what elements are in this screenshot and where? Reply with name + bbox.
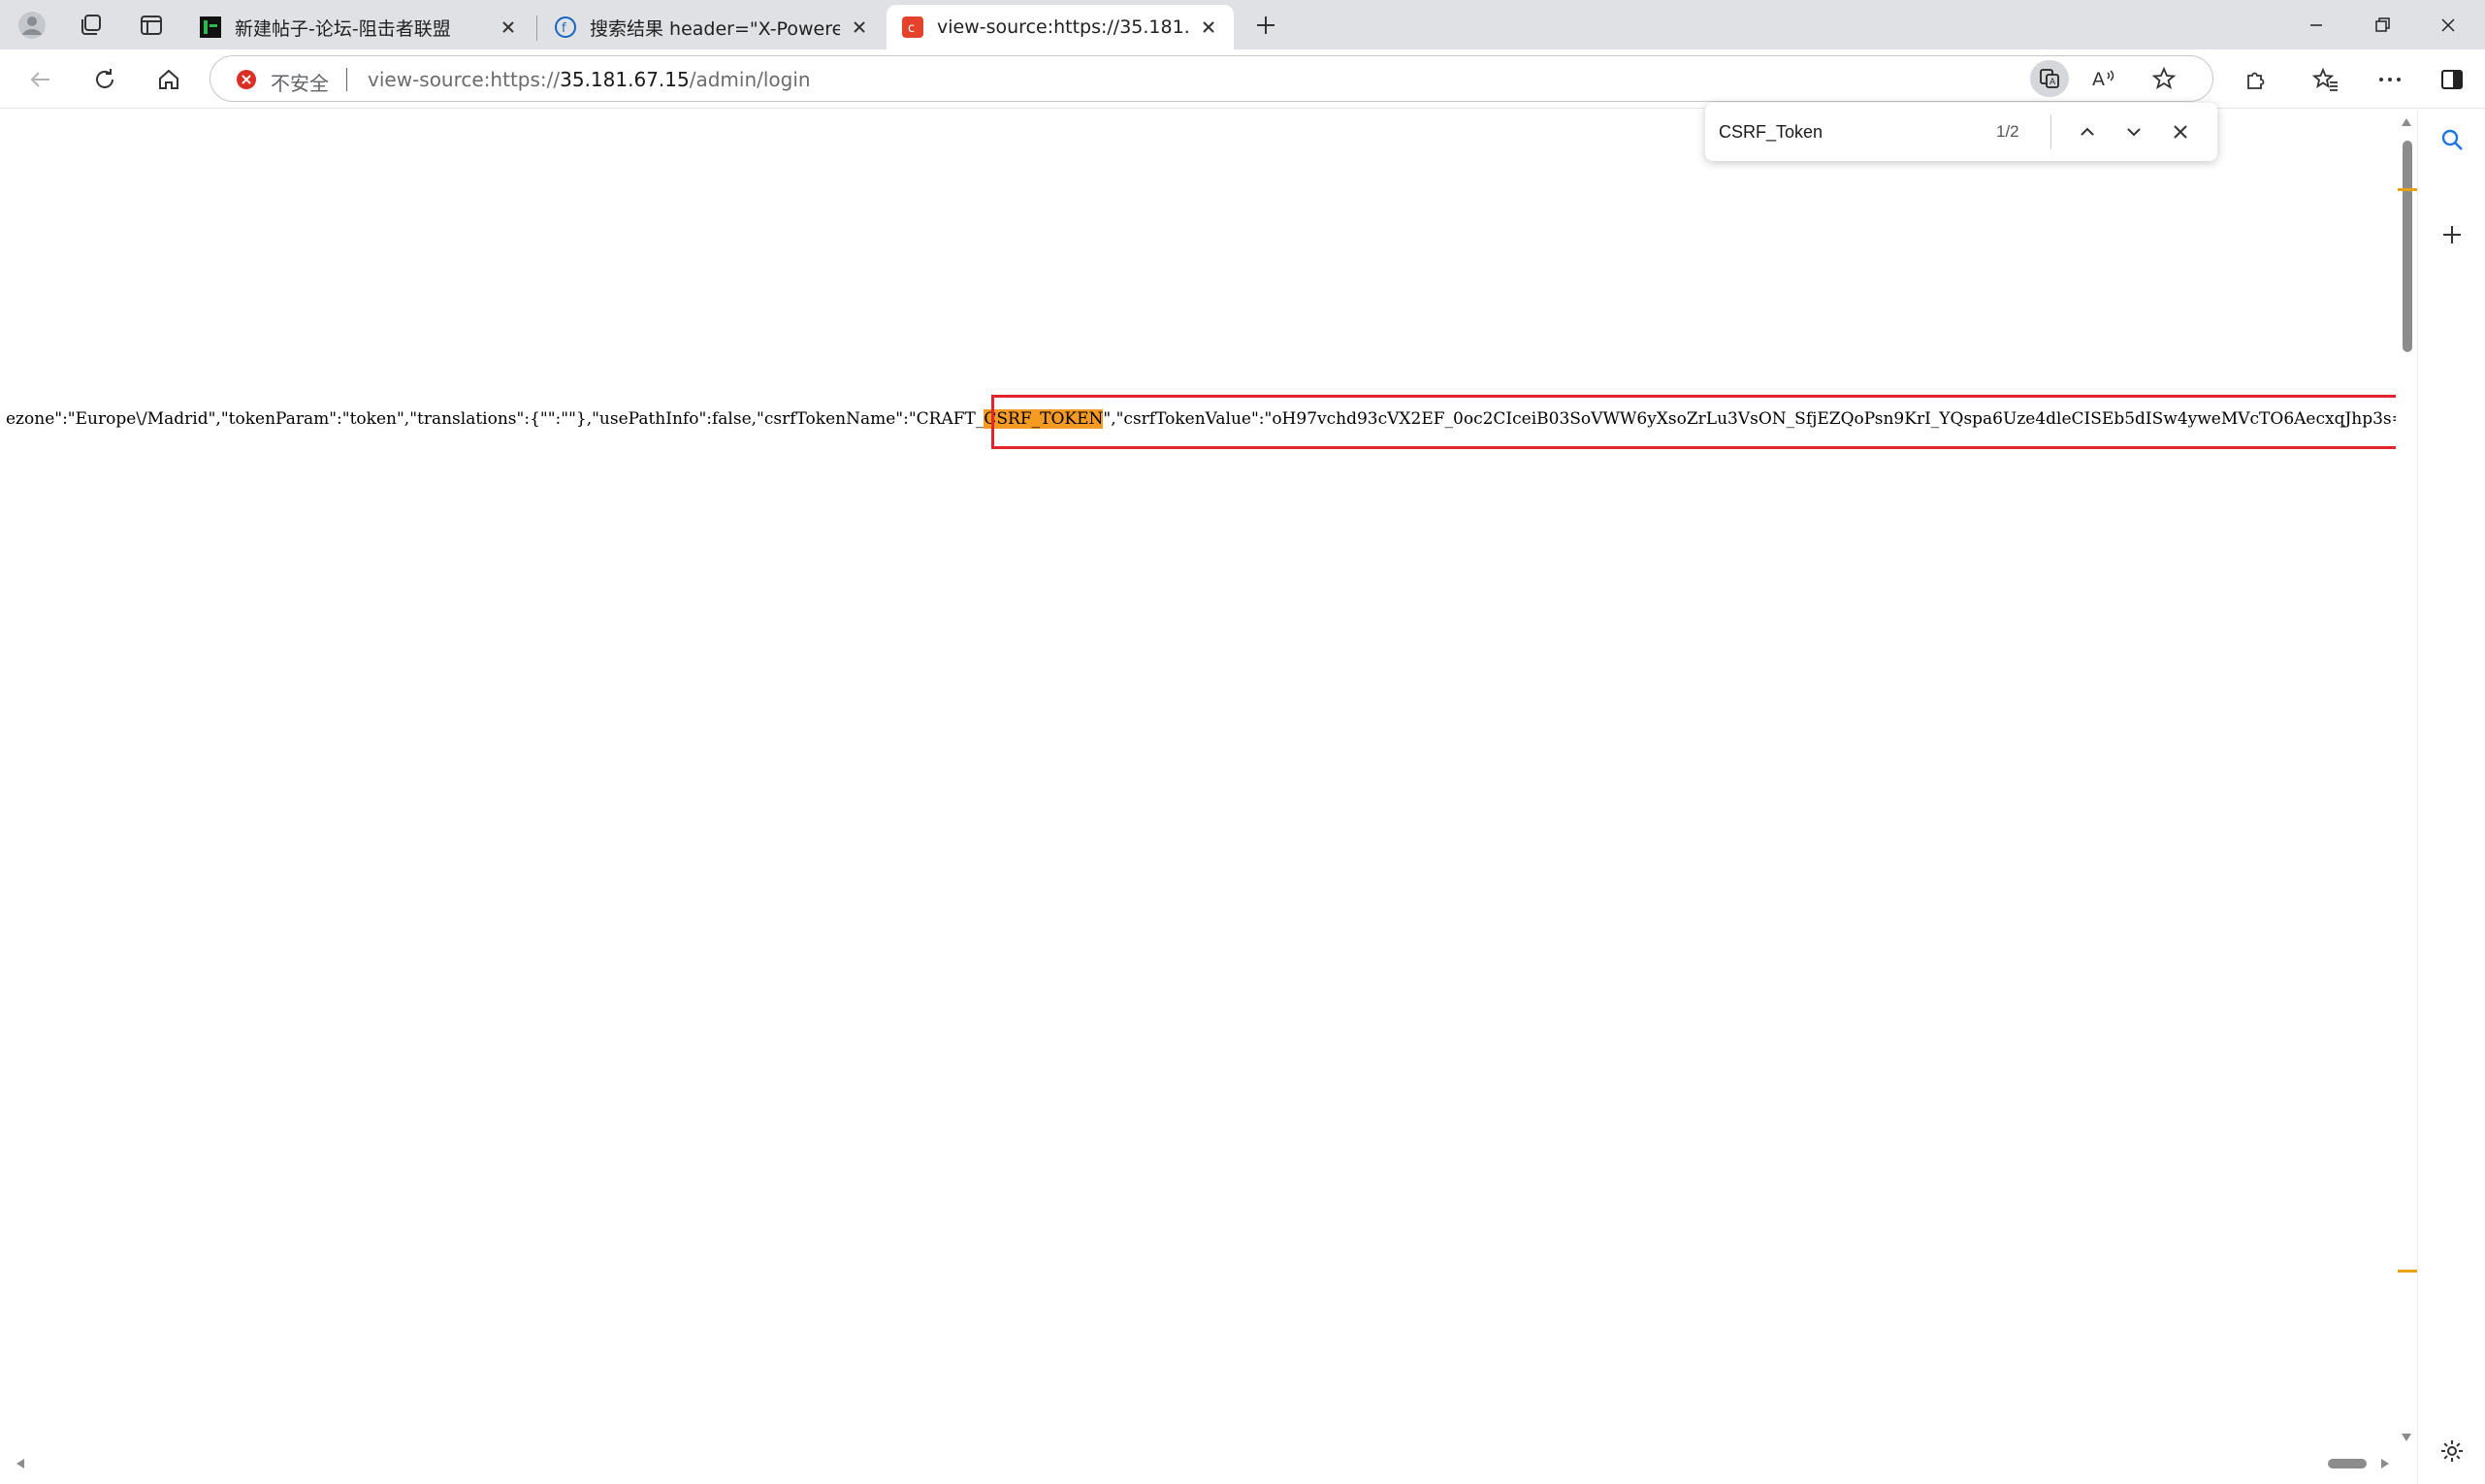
svg-text:A: A <box>2092 69 2105 90</box>
gear-icon[interactable] <box>2432 1431 2472 1471</box>
source-text-after: ","csrfTokenValue":"oH97vchd93cVX2EF_0oc… <box>1103 409 2407 429</box>
find-bar: 1/2 <box>1705 103 2217 161</box>
scrollbar-thumb[interactable] <box>2403 141 2412 352</box>
svg-text:c: c <box>908 21 915 36</box>
url-text[interactable]: view-source:https://35.181.67.15/admin/l… <box>368 68 811 91</box>
tab-title: 搜索结果 header="X-Powered-By <box>590 17 840 40</box>
url-host: 35.181.67.15 <box>560 68 690 91</box>
source-line: ezone":"Europe\/Madrid","tokenParam":"to… <box>6 409 2407 429</box>
horizontal-scrollbar[interactable] <box>6 1451 2407 1476</box>
scroll-right-arrow-icon[interactable] <box>2378 1457 2392 1470</box>
find-close-button[interactable] <box>2163 114 2198 149</box>
find-match-marker <box>2398 1270 2419 1273</box>
search-icon[interactable] <box>2432 119 2472 160</box>
tab-view-source[interactable]: c view-source:https://35.181.67.15/a <box>887 5 1234 49</box>
insecure-x-icon <box>236 69 257 90</box>
address-bar[interactable]: 不安全 view-source:https://35.181.67.15/adm… <box>210 55 2213 102</box>
sidebar-toggle-icon[interactable] <box>2433 61 2471 98</box>
tab-forum[interactable]: 新建帖子-论坛-阻击者联盟 <box>184 5 533 49</box>
close-window-button[interactable] <box>2415 0 2481 49</box>
tab-title: 新建帖子-论坛-阻击者联盟 <box>235 17 451 40</box>
url-prefix: view-source:https:// <box>368 68 561 91</box>
close-icon[interactable] <box>1197 16 1220 39</box>
find-next-button[interactable] <box>2116 114 2151 149</box>
view-source-content: ezone":"Europe\/Madrid","tokenParam":"to… <box>6 110 2407 1473</box>
close-icon[interactable] <box>497 16 520 39</box>
back-button[interactable] <box>21 61 60 98</box>
svg-text:A: A <box>2049 78 2056 87</box>
tab-title: view-source:https://35.181.67.15/a <box>937 16 1189 38</box>
favorites-icon[interactable] <box>2307 61 2345 98</box>
star-icon[interactable] <box>2145 60 2183 97</box>
plus-icon[interactable] <box>2432 214 2472 255</box>
find-match-highlight: CSRF_TOKEN <box>984 409 1104 429</box>
restore-button[interactable] <box>2349 0 2415 49</box>
vertical-scrollbar[interactable] <box>2396 110 2419 1448</box>
home-button[interactable] <box>149 61 188 98</box>
refresh-button[interactable] <box>85 61 124 98</box>
find-input[interactable] <box>1719 116 1971 147</box>
craft-favicon-icon: c <box>902 16 923 38</box>
svg-text:f: f <box>562 21 566 36</box>
read-aloud-icon[interactable]: A <box>2084 60 2123 97</box>
tab-actions-icon[interactable] <box>135 9 168 42</box>
find-match-marker <box>2398 188 2419 191</box>
search-favicon-icon: f <box>555 16 576 38</box>
tab-divider <box>536 16 537 41</box>
scrollbar-thumb[interactable] <box>2328 1459 2367 1468</box>
translate-icon[interactable]: A <box>2030 60 2069 97</box>
scroll-left-arrow-icon[interactable] <box>14 1457 27 1470</box>
ellipsis-icon[interactable] <box>2371 61 2409 98</box>
find-count: 1/2 <box>1996 122 2019 141</box>
new-tab-button[interactable] <box>1249 9 1282 42</box>
address-divider <box>346 68 347 91</box>
forum-favicon-icon <box>200 16 221 38</box>
security-label[interactable]: 不安全 <box>271 68 329 96</box>
minimize-button[interactable] <box>2283 0 2349 49</box>
find-previous-button[interactable] <box>2070 114 2105 149</box>
tab-search-results[interactable]: f 搜索结果 header="X-Powered-By <box>539 5 885 49</box>
side-panel <box>2417 110 2485 1484</box>
close-icon[interactable] <box>848 16 871 39</box>
scroll-down-arrow-icon[interactable] <box>2400 1431 2413 1444</box>
find-divider <box>2050 114 2051 149</box>
profile-icon[interactable] <box>16 9 48 42</box>
scroll-up-arrow-icon[interactable] <box>2400 115 2413 129</box>
tab-strip: 新建帖子-论坛-阻击者联盟 f 搜索结果 header="X-Powered-B… <box>0 0 2485 49</box>
puzzle-icon[interactable] <box>2237 61 2275 98</box>
url-path: /admin/login <box>689 68 811 91</box>
source-text-before: ezone":"Europe\/Madrid","tokenParam":"to… <box>6 409 984 429</box>
workspaces-icon[interactable] <box>74 9 107 42</box>
toolbar: 不安全 view-source:https://35.181.67.15/adm… <box>0 49 2485 109</box>
